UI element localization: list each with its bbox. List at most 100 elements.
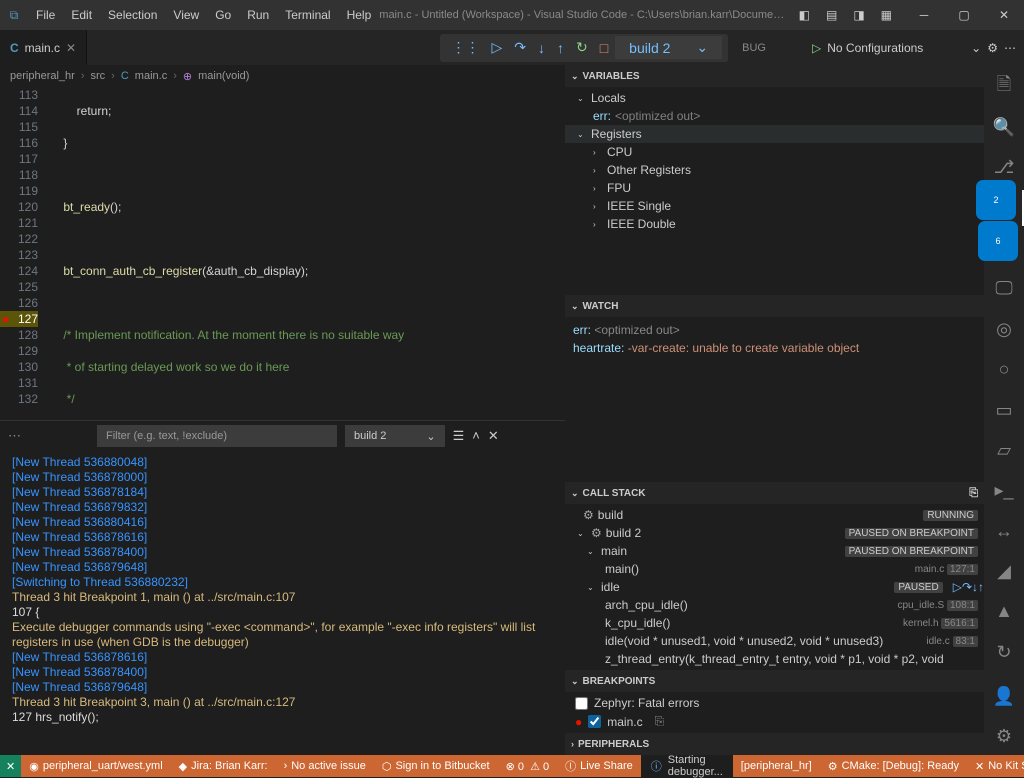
- circle-icon[interactable]: ○: [984, 352, 1024, 388]
- stack-frame[interactable]: main()main.c 127:1: [565, 560, 984, 578]
- device-icon[interactable]: ▭: [984, 392, 1024, 428]
- tree-node[interactable]: ›IEEE Single: [565, 197, 984, 215]
- settings-icon[interactable]: ⚙: [984, 719, 1024, 755]
- continue-thread-icon[interactable]: ▷: [953, 580, 962, 594]
- tree-node[interactable]: ›Other Registers: [565, 161, 984, 179]
- status-cmake[interactable]: ⚙ CMake: [Debug]: Ready: [820, 760, 967, 773]
- stack-thread[interactable]: ⌄idlePAUSED ▷↷↓↑: [565, 578, 984, 596]
- stack-session[interactable]: ⚙buildRUNNING: [565, 506, 984, 524]
- menu-view[interactable]: View: [165, 8, 207, 22]
- stop-button[interactable]: □: [595, 40, 613, 56]
- tree-node[interactable]: ›FPU: [565, 179, 984, 197]
- breakpoint-checkbox[interactable]: [588, 715, 601, 728]
- menu-run[interactable]: Run: [239, 8, 277, 22]
- screen-icon[interactable]: ▱: [984, 432, 1024, 468]
- menu-selection[interactable]: Selection: [100, 8, 165, 22]
- maximize-button[interactable]: ▢: [944, 8, 984, 22]
- extensions-icon[interactable]: ▣6: [984, 230, 1024, 266]
- menu-edit[interactable]: Edit: [63, 8, 100, 22]
- restart-button[interactable]: ↻: [571, 39, 593, 56]
- status-jira[interactable]: ◆ Jira: Brian Karr:: [171, 760, 276, 773]
- tree-locals[interactable]: ⌄Locals: [565, 89, 984, 107]
- toggle-panel-icon[interactable]: ▤: [822, 8, 841, 22]
- remote-icon[interactable]: 🖵: [984, 271, 1024, 307]
- panel-more-icon[interactable]: ⋯: [8, 428, 21, 444]
- breakpoints-header[interactable]: ⌄ Breakpoints: [565, 670, 984, 692]
- toggle-secondary-icon[interactable]: ◨: [849, 8, 868, 22]
- status-yaml[interactable]: ◉ peripheral_uart/west.yml: [21, 760, 170, 773]
- breakpoint-checkbox[interactable]: [575, 697, 588, 710]
- step-over-button[interactable]: ↷: [509, 39, 531, 56]
- menu-help[interactable]: Help: [339, 8, 380, 22]
- status-bitbucket[interactable]: ⬡ Sign in to Bitbucket: [374, 760, 498, 773]
- crumb-symbol[interactable]: main(void): [198, 70, 249, 82]
- remote-indicator[interactable]: ✕: [0, 755, 21, 777]
- filter-input[interactable]: Filter (e.g. text, !exclude): [97, 425, 337, 447]
- tree-node[interactable]: ›CPU: [565, 143, 984, 161]
- stack-frame[interactable]: arch_cpu_idle()cpu_idle.S 108:1: [565, 596, 984, 614]
- chevron-down-icon[interactable]: ⌄: [971, 41, 981, 55]
- breakpoint-marker[interactable]: 127: [0, 311, 38, 327]
- tree-node[interactable]: ›IEEE Double: [565, 215, 984, 233]
- debug-console-output[interactable]: [New Thread 536880048][New Thread 536878…: [0, 451, 565, 755]
- peripherals-header[interactable]: › Peripherals: [565, 733, 984, 755]
- config-selector[interactable]: No Configurations: [827, 41, 965, 55]
- step-over-icon[interactable]: ↷: [962, 580, 972, 594]
- variable-row[interactable]: err: <optimized out>: [565, 107, 984, 125]
- gear-icon[interactable]: ⚙: [987, 41, 998, 55]
- tree-registers[interactable]: ⌄Registers: [565, 125, 984, 143]
- terminal-icon[interactable]: ▸_: [984, 473, 1024, 509]
- close-tab-icon[interactable]: ✕: [66, 41, 76, 55]
- code-editor[interactable]: 113114115 116117118 119120121 122123124 …: [0, 87, 565, 420]
- sync-icon[interactable]: ↻: [984, 634, 1024, 670]
- debug-target-selector[interactable]: build 2 ⌄: [615, 36, 722, 59]
- stack-frame[interactable]: idle(void * unused1, void * unused2, voi…: [565, 632, 984, 650]
- breakpoint-row[interactable]: ●main.c⎘: [565, 712, 984, 731]
- menu-terminal[interactable]: Terminal: [277, 8, 338, 22]
- status-problems[interactable]: ⊗ 0 ⚠ 0: [498, 760, 558, 773]
- panel-expand-icon[interactable]: ˄: [472, 428, 480, 444]
- atlassian-icon[interactable]: ▲: [984, 594, 1024, 630]
- status-issue[interactable]: › No active issue: [276, 760, 374, 772]
- target-icon[interactable]: ◎: [984, 311, 1024, 347]
- drag-handle-icon[interactable]: ⋮⋮: [446, 39, 484, 56]
- explorer-icon[interactable]: 🗎: [984, 69, 1024, 105]
- status-kit[interactable]: ✕ No Kit Selected: [967, 760, 1024, 773]
- status-notification[interactable]: ⓘ Starting debugger...: [641, 755, 733, 777]
- status-liveshare[interactable]: ⓛ Live Share: [557, 758, 641, 774]
- callstack-copy-icon[interactable]: ⎘: [969, 487, 978, 500]
- stack-frame[interactable]: k_cpu_idle()kernel.h 5616:1: [565, 614, 984, 632]
- stack-session[interactable]: ⌄⚙build 2PAUSED ON BREAKPOINT: [565, 524, 984, 542]
- step-out-button[interactable]: ↑: [552, 40, 569, 56]
- crumb-folder[interactable]: src: [91, 70, 106, 82]
- share-icon[interactable]: ↔: [984, 513, 1024, 549]
- minimize-button[interactable]: ─: [904, 8, 944, 22]
- menu-go[interactable]: Go: [207, 8, 239, 22]
- panel-session-selector[interactable]: build 2⌄: [345, 425, 445, 447]
- breadcrumb[interactable]: peripheral_hr› src› C main.c› ⊕ main(voi…: [0, 65, 565, 87]
- stack-frame[interactable]: z_thread_entry(k_thread_entry_t entry, v…: [565, 650, 984, 668]
- account-icon[interactable]: 👤: [984, 678, 1024, 714]
- step-into-button[interactable]: ↓: [533, 40, 550, 56]
- more-icon[interactable]: ⋯: [1004, 41, 1016, 55]
- tab-main-c[interactable]: C main.c ✕: [0, 30, 87, 65]
- watch-header[interactable]: ⌄ Watch: [565, 295, 984, 317]
- variables-header[interactable]: ⌄ Variables: [565, 65, 984, 87]
- code-area[interactable]: return; } bt_ready(); bt_conn_auth_cb_re…: [46, 87, 565, 420]
- customize-layout-icon[interactable]: ▦: [877, 8, 896, 22]
- search-icon[interactable]: 🔍: [984, 109, 1024, 145]
- continue-button[interactable]: ▷: [486, 39, 507, 56]
- watch-row[interactable]: err: <optimized out>: [573, 321, 976, 339]
- close-window-button[interactable]: ✕: [984, 8, 1024, 22]
- nordic-icon[interactable]: ◢: [984, 553, 1024, 589]
- breakpoint-row[interactable]: Zephyr: Fatal errors: [565, 694, 984, 712]
- crumb-file[interactable]: main.c: [135, 70, 167, 82]
- menu-file[interactable]: File: [28, 8, 63, 22]
- panel-close-icon[interactable]: ✕: [488, 428, 499, 444]
- callstack-header[interactable]: ⌄ Call Stack ⎘: [565, 482, 984, 504]
- stack-thread[interactable]: ⌄mainPAUSED ON BREAKPOINT: [565, 542, 984, 560]
- toggle-sidebar-icon[interactable]: ◧: [795, 8, 814, 22]
- crumb-folder[interactable]: peripheral_hr: [10, 70, 75, 82]
- run-icon[interactable]: ▷: [812, 41, 821, 55]
- watch-row[interactable]: heartrate: -var-create: unable to create…: [573, 339, 976, 357]
